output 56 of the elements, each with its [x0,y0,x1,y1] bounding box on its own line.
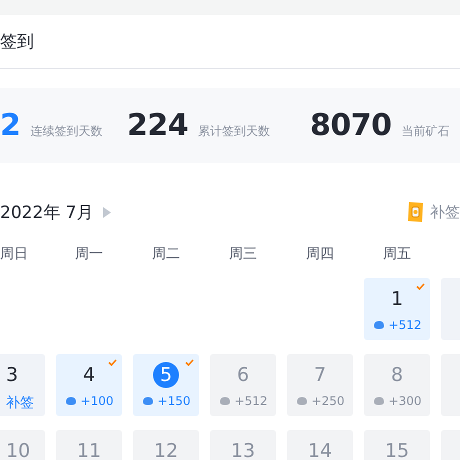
day-number: 7 [314,363,326,388]
day-cell[interactable]: 12 [133,430,199,460]
reward-amount: +300 [388,394,422,408]
ore-icon [142,396,154,406]
stat-label: 累计签到天数 [198,123,270,140]
stat-label: 当前矿石 [402,123,450,140]
stat-value: 8070 [310,108,392,143]
day-number: 15 [384,439,410,460]
ore-icon [218,396,231,406]
weekday-label: 周日 [0,245,28,263]
page-title: 签到 [0,31,34,53]
day-cell[interactable]: 3 补签 [0,354,45,416]
day-cell[interactable]: 4 +100 [56,354,122,416]
weekday-label: 周四 [306,245,334,263]
day-cell[interactable]: 7 +250 [287,354,353,416]
weekday-label: 周三 [229,245,257,263]
ore-icon [296,396,308,406]
day-number: 10 [6,439,30,460]
ore-icon [64,396,77,406]
day-number: 8 [390,363,404,388]
month-title: 2022年 7月 [0,202,94,224]
reward-amount: +150 [158,394,190,408]
day-cell[interactable]: 6 +512 [210,354,276,416]
day-number: 12 [154,439,178,460]
ore-icon [372,320,385,330]
next-month-icon[interactable] [103,206,112,218]
day-number: 1 [390,287,404,312]
stat-label: 连续签到天数 [30,123,102,140]
day-number: 11 [76,439,102,460]
day-cell[interactable]: 10 [0,430,45,460]
weekday-label: 周一 [75,245,103,263]
reward-amount: +512 [388,318,422,332]
ore-icon [372,396,385,406]
day-cell[interactable]: 15 [364,430,430,460]
day-cell[interactable]: 5 +150 [133,354,199,416]
day-cell[interactable]: 14 [287,430,353,460]
reward-amount: +100 [80,394,114,408]
today-marker: 5 [153,362,179,388]
day-cell[interactable]: 8 +300 [364,354,430,416]
weekday-label: 周五 [383,245,411,263]
day-number: 6 [236,363,250,388]
makeup-link[interactable]: 补签 [6,394,34,412]
stat-value: 2 [0,108,20,143]
stat-value: 224 [127,108,188,143]
day-cell[interactable]: 13 [210,430,276,460]
reward-amount: +512 [234,394,268,408]
day-number: 13 [230,439,256,460]
day-cell[interactable]: 11 [56,430,122,460]
day-number: 14 [308,439,332,460]
day-number: 4 [82,363,96,388]
day-number: 3 [6,363,18,388]
day-cell[interactable]: 1 +512 [364,278,430,340]
makeup-card-link[interactable]: 补签 [430,202,460,222]
card-icon[interactable] [406,201,424,223]
weekday-label: 周二 [152,245,180,263]
reward-amount: +250 [312,394,344,408]
